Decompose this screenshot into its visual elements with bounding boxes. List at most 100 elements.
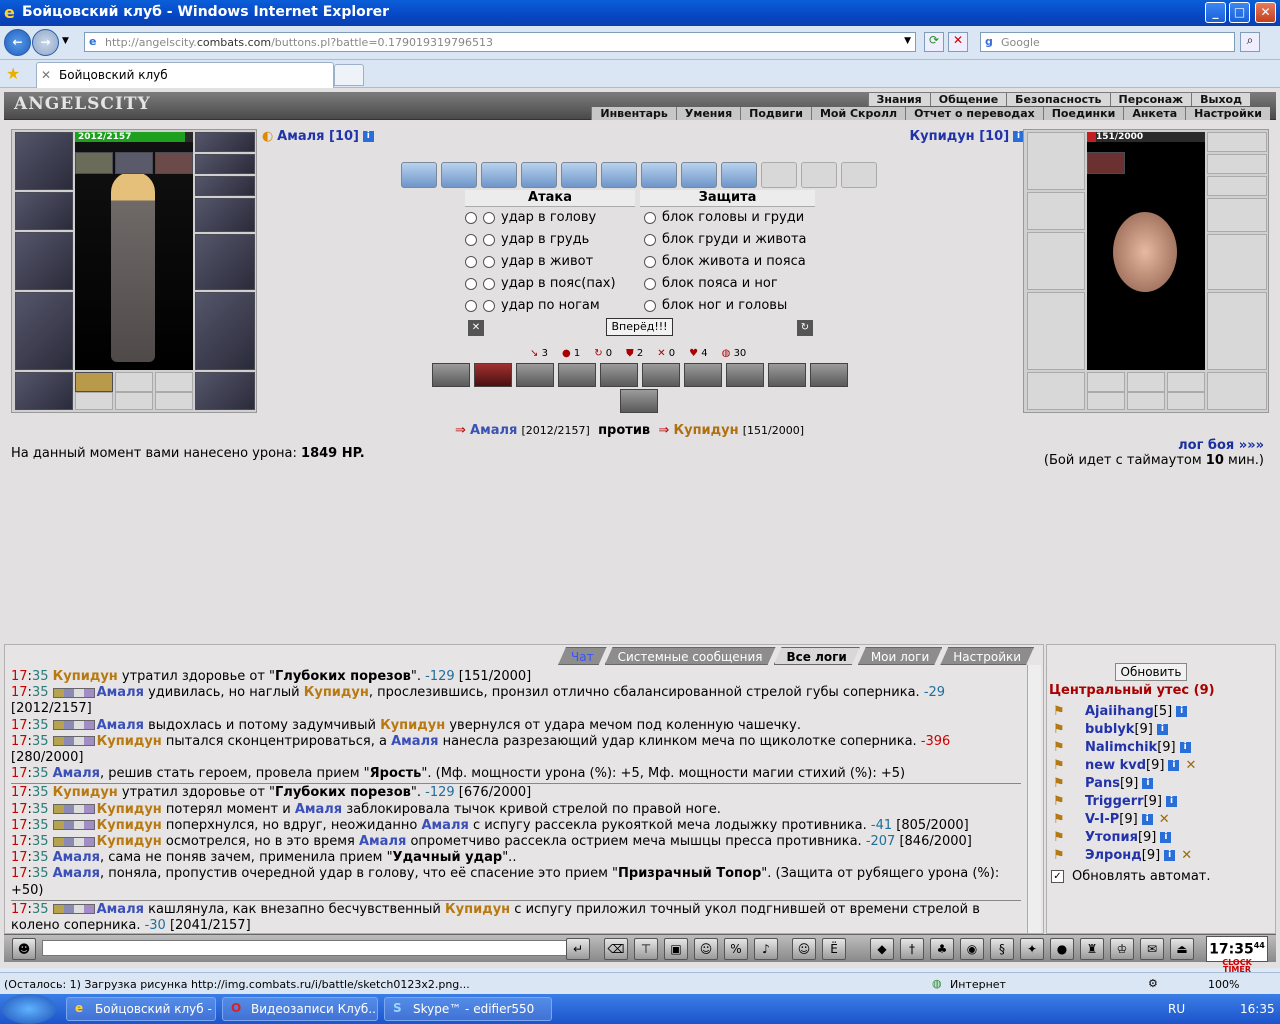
attack-option[interactable]: удар в пояс(пах) — [465, 273, 635, 295]
chat-enemy-name[interactable]: Купидун — [97, 834, 162, 849]
chat-enemy-name[interactable]: Купидун — [380, 718, 445, 733]
earring-slot[interactable] — [115, 152, 153, 174]
bracers-slot[interactable] — [1027, 192, 1085, 230]
online-user-name[interactable]: new kvd — [1085, 758, 1146, 773]
chat-enemy-name[interactable]: Купидун — [53, 669, 118, 684]
chat-player-name[interactable]: Амаля — [97, 685, 144, 700]
taskbar-item[interactable]: O Видеозаписи Клуб... — [222, 997, 378, 1021]
address-dropdown-icon[interactable]: ▼ — [904, 36, 911, 46]
defense-radio[interactable] — [644, 256, 656, 268]
armor-slot[interactable] — [15, 292, 73, 370]
technique-icon[interactable] — [558, 363, 596, 387]
user-info-icon[interactable]: i — [1156, 724, 1168, 735]
empty-slot[interactable] — [155, 372, 193, 392]
boots-slot[interactable] — [195, 372, 255, 410]
online-user[interactable]: ⚑ V-I-P[9] i ✕ — [1053, 811, 1170, 829]
attack-radio[interactable] — [465, 300, 477, 312]
favorites-star-icon[interactable]: ★ — [6, 64, 20, 83]
chat-player-name[interactable]: Амаля — [53, 866, 100, 881]
scroll-slot[interactable] — [75, 372, 113, 392]
legs-slot[interactable] — [195, 292, 255, 370]
attack-option[interactable]: удар по ногам — [465, 295, 635, 317]
search-input[interactable]: Google g — [980, 32, 1235, 52]
online-user-name[interactable]: V-I-P — [1085, 812, 1119, 827]
online-user[interactable]: ⚑ Элронд[9] i ✕ — [1053, 847, 1192, 865]
menu-item[interactable]: Персонаж — [1109, 93, 1192, 106]
player-name[interactable]: Амаля [10] — [277, 129, 359, 144]
save-icon[interactable]: ▣ — [664, 938, 688, 960]
menu-item[interactable]: Выход — [1191, 93, 1250, 106]
defense-radio[interactable] — [644, 278, 656, 290]
sword-icon[interactable]: † — [900, 938, 924, 960]
amulet-slot[interactable] — [75, 152, 113, 174]
user-info-icon[interactable]: i — [1168, 760, 1180, 771]
scroll-slot-1[interactable] — [401, 162, 437, 188]
user-info-icon[interactable]: i — [1179, 742, 1191, 753]
weapon-slot[interactable] — [15, 232, 73, 290]
protected-mode-icon[interactable]: ⚙ — [1148, 977, 1158, 990]
attack-radio[interactable] — [465, 278, 477, 290]
chat-scrollbar[interactable] — [1027, 665, 1041, 933]
attack-radio[interactable] — [483, 212, 495, 224]
technique-icon[interactable] — [684, 363, 722, 387]
technique-icon[interactable] — [642, 363, 680, 387]
chat-mode-icon[interactable]: ☻ — [12, 938, 36, 960]
send-icon[interactable]: ↵ — [566, 938, 590, 960]
history-dropdown-icon[interactable]: ▼ — [62, 36, 69, 46]
rune-slot-1[interactable] — [195, 132, 255, 152]
chat-tab[interactable]: Системные сообщения — [605, 647, 776, 665]
online-user-name[interactable]: Nalimchik — [1085, 740, 1157, 755]
random-icon[interactable]: ↻ — [797, 320, 813, 336]
empty-slot[interactable] — [1087, 392, 1125, 410]
user-info-icon[interactable]: i — [1142, 778, 1154, 789]
chat-player-name[interactable]: Амаля — [97, 902, 144, 917]
helmet-slot[interactable] — [1027, 132, 1085, 190]
attack-radio[interactable] — [483, 256, 495, 268]
online-user-name[interactable]: Triggerr — [1085, 794, 1144, 809]
smile-icon[interactable]: ☺ — [792, 938, 816, 960]
technique-icon[interactable] — [726, 363, 764, 387]
chat-player-name[interactable]: Амаля — [391, 734, 438, 749]
potion-icon[interactable]: ♣ — [930, 938, 954, 960]
bag-icon[interactable]: ◆ — [870, 938, 894, 960]
translit-icon[interactable]: Ё — [822, 938, 846, 960]
search-icon[interactable]: ⌕ — [1240, 32, 1260, 52]
menu-item[interactable]: Поединки — [1042, 107, 1124, 120]
empty-slot[interactable] — [75, 392, 113, 410]
taskbar-item[interactable]: e Бойцовский клуб - ... — [66, 997, 216, 1021]
rune-slot-1[interactable] — [1207, 132, 1267, 152]
chat-enemy-name[interactable]: Купидун — [304, 685, 369, 700]
rune-slot-2[interactable] — [1207, 154, 1267, 174]
menu-item[interactable]: Безопасность — [1006, 93, 1110, 106]
maximize-button[interactable]: □ — [1229, 2, 1250, 23]
chat-player-name[interactable]: Амаля — [97, 718, 144, 733]
technique-icon[interactable] — [810, 363, 848, 387]
rune-slot-2[interactable] — [195, 154, 255, 174]
scroll-slot-8[interactable] — [681, 162, 717, 188]
scroll-slot-9[interactable] — [721, 162, 757, 188]
menu-item[interactable]: Мой Скролл — [810, 107, 906, 120]
user-info-icon[interactable]: i — [1165, 796, 1177, 807]
clear-icon[interactable]: ⌫ — [604, 938, 628, 960]
start-button[interactable] — [2, 994, 56, 1024]
technique-icon[interactable] — [474, 363, 512, 387]
user-info-icon[interactable]: i — [1176, 706, 1188, 717]
online-user[interactable]: ⚑ bublyk[9] i — [1053, 721, 1168, 739]
empty-slot[interactable] — [115, 392, 153, 410]
player-info-icon[interactable]: i — [362, 131, 374, 142]
online-user[interactable]: ⚑ Утопия[9] i — [1053, 829, 1172, 847]
technique-icon[interactable] — [620, 389, 658, 413]
boots-slot[interactable] — [1207, 372, 1267, 410]
online-user[interactable]: ⚑ Nalimchik[9] i — [1053, 739, 1191, 757]
gloves-slot[interactable] — [1207, 198, 1267, 232]
taskbar-item[interactable]: S Skype™ - edifier550 — [384, 997, 552, 1021]
enemy-name[interactable]: Купидун [10] — [910, 129, 1010, 144]
attack-radio[interactable] — [465, 234, 477, 246]
forward-button[interactable]: Вперёд!!! — [606, 318, 673, 336]
attack-radio[interactable] — [465, 256, 477, 268]
attack-radio[interactable] — [483, 278, 495, 290]
magic-icon[interactable]: ✦ — [1020, 938, 1044, 960]
empty-slot[interactable] — [155, 392, 193, 410]
scroll-slot-12[interactable] — [841, 162, 877, 188]
defense-option[interactable]: блок груди и живота — [640, 229, 815, 251]
